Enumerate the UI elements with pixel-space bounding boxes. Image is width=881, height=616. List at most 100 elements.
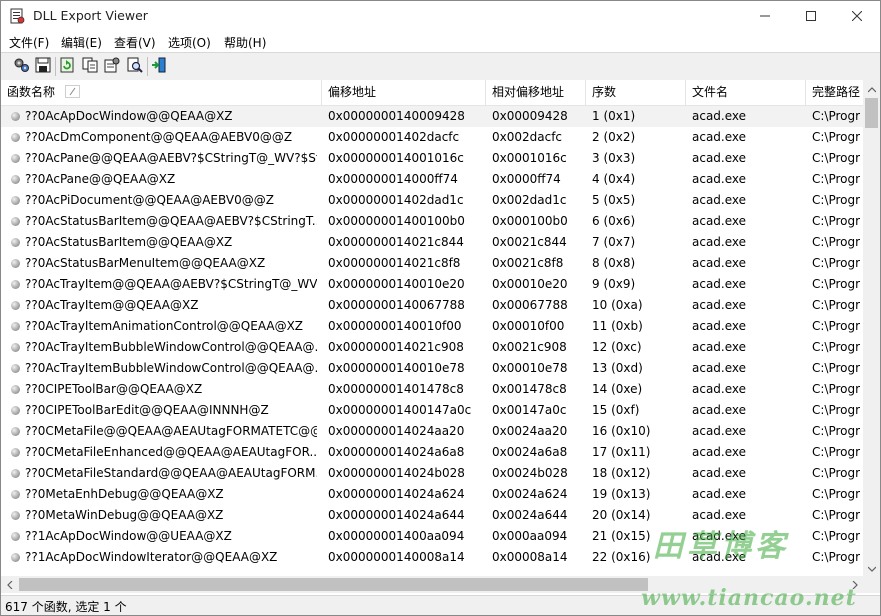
find-icon: [127, 57, 143, 76]
cell-full-path: C:\Progra: [812, 172, 860, 186]
vertical-scroll-thumb[interactable]: [865, 98, 878, 128]
scroll-left-button[interactable]: [1, 576, 18, 593]
exit-icon: [151, 57, 167, 76]
cell-function-name: ??0AcPiDocument@@QEAA@AEBV0@@Z: [25, 193, 274, 207]
table-row[interactable]: ??0AcApDocWindow@@QEAA@XZ 0x0000000140009…: [1, 106, 863, 127]
table-row[interactable]: ??0AcStatusBarItem@@QEAA@AEBV?$CStringT.…: [1, 211, 863, 232]
horizontal-scroll-thumb[interactable]: [19, 578, 648, 591]
table-row[interactable]: ??0CIPEToolBarEdit@@QEAA@INNNH@Z 0x000000…: [1, 400, 863, 421]
cell-function-name: ??1AcApDocWindowIterator@@QEAA@XZ: [25, 550, 278, 564]
find-button[interactable]: [126, 57, 144, 75]
close-button[interactable]: [834, 1, 880, 31]
cell-address: 0x0000000140010e78: [328, 361, 465, 375]
table-row[interactable]: ??0CIPEToolBar@@QEAA@XZ 0x00000001401478c…: [1, 379, 863, 400]
cell-function-name: ??0AcTrayItemAnimationControl@@QEAA@XZ: [25, 319, 304, 333]
cell-function-name: ??0CIPEToolBar@@QEAA@XZ: [25, 382, 203, 396]
cell-function-name: ??0CIPEToolBarEdit@@QEAA@INNNH@Z: [25, 403, 269, 417]
cell-full-path: C:\Progra: [812, 319, 860, 333]
table-row[interactable]: ??0AcTrayItemAnimationControl@@QEAA@XZ 0x…: [1, 316, 863, 337]
export-bullet-icon: [11, 448, 20, 457]
copy-button[interactable]: [81, 57, 99, 75]
cell-relative-address: 0x00009428: [492, 109, 568, 123]
export-bullet-icon: [11, 175, 20, 184]
table-row[interactable]: ??0AcTrayItemBubbleWindowControl@@QEAA@.…: [1, 337, 863, 358]
table-row[interactable]: ??0CMetaFileStandard@@QEAA@AEAUtagFORM..…: [1, 463, 863, 484]
table-row[interactable]: ??0AcTrayItemBubbleWindowControl@@QEAA@.…: [1, 358, 863, 379]
table-row[interactable]: ??0CMetaFileEnhanced@@QEAA@AEAUtagFOR...…: [1, 442, 863, 463]
table-row[interactable]: ??0MetaEnhDebug@@QEAA@XZ 0x000000014024a6…: [1, 484, 863, 505]
scroll-down-button[interactable]: [863, 559, 880, 576]
export-bullet-icon: [11, 154, 20, 163]
table-row[interactable]: ??1AcApDocWindow@@UEAA@XZ 0x00000001400aa…: [1, 526, 863, 547]
scroll-up-button[interactable]: [863, 80, 880, 97]
refresh-button[interactable]: [58, 57, 76, 75]
cell-relative-address: 0x000100b0: [492, 214, 568, 228]
table-row[interactable]: ??1AcApDocWindowIterator@@QEAA@XZ 0x00000…: [1, 547, 863, 568]
cell-address: 0x00000001400147a0c: [328, 403, 472, 417]
menu-help[interactable]: 帮助(H): [224, 34, 266, 51]
menu-edit[interactable]: 编辑(E): [61, 34, 102, 51]
column-header-label: 函数名称: [7, 85, 56, 99]
cell-function-name: ??0AcTrayItem@@QEAA@AEBV?$CStringT@_WV..…: [25, 277, 317, 291]
cell-function-name: ??0AcStatusBarItem@@QEAA@AEBV?$CStringT.…: [25, 214, 317, 228]
table-row[interactable]: ??0CMetaFile@@QEAA@AEAUtagFORMATETC@@...…: [1, 421, 863, 442]
cell-full-path: C:\Progra: [812, 466, 860, 480]
table-row[interactable]: ??0AcPiDocument@@QEAA@AEBV0@@Z 0x00000001…: [1, 190, 863, 211]
table-row[interactable]: ??0AcPane@@QEAA@XZ 0x000000014000ff74 0x00…: [1, 169, 863, 190]
maximize-button[interactable]: [788, 1, 834, 31]
cell-address: 0x000000014024a644: [328, 508, 465, 522]
cell-ordinal: 16 (0x10): [592, 424, 651, 438]
cell-ordinal: 12 (0xc): [592, 340, 642, 354]
toolbar: [1, 52, 880, 81]
export-list[interactable]: 函数名称 偏移地址 相对偏移地址 序数 文件名 完整路径 ??0AcApDocW…: [1, 80, 880, 595]
export-bullet-icon: [11, 427, 20, 436]
menu-bar: 文件(F) 编辑(E) 查看(V) 选项(O) 帮助(H): [1, 31, 880, 52]
column-header-label: 完整路径: [812, 85, 861, 99]
column-header-ordinal[interactable]: 序数: [586, 80, 686, 105]
cell-full-path: C:\Progra: [812, 340, 860, 354]
column-header-full-path[interactable]: 完整路径: [806, 80, 863, 105]
scroll-right-button[interactable]: [846, 576, 863, 593]
column-header-address[interactable]: 偏移地址: [322, 80, 486, 105]
cell-function-name: ??0CMetaFileEnhanced@@QEAA@AEAUtagFOR...: [25, 445, 317, 459]
copy-icon: [82, 57, 98, 76]
table-row[interactable]: ??0AcTrayItem@@QEAA@XZ 0x0000000140067788…: [1, 295, 863, 316]
cell-relative-address: 0x0024a624: [492, 487, 568, 501]
maximize-icon: [806, 11, 816, 21]
export-bullet-icon: [11, 217, 20, 226]
save-button[interactable]: [34, 57, 52, 75]
cell-relative-address: 0x00010e20: [492, 277, 568, 291]
app-icon: [9, 8, 25, 24]
minimize-button[interactable]: [742, 1, 788, 31]
cell-address: 0x00000001400100b0: [328, 214, 465, 228]
cell-ordinal: 18 (0x12): [592, 466, 651, 480]
cell-relative-address: 0x0024a6a8: [492, 445, 568, 459]
window-title: DLL Export Viewer: [33, 8, 148, 23]
properties-icon: [12, 56, 30, 77]
cell-function-name: ??0AcStatusBarItem@@QEAA@XZ: [25, 235, 233, 249]
properties-button[interactable]: [12, 57, 30, 75]
menu-file[interactable]: 文件(F): [9, 34, 49, 51]
column-header-filename[interactable]: 文件名: [686, 80, 806, 105]
cell-ordinal: 5 (0x5): [592, 193, 636, 207]
html-report-button[interactable]: [103, 57, 121, 75]
table-row[interactable]: ??0AcPane@@QEAA@AEBV?$CStringT@_WV?$St..…: [1, 148, 863, 169]
vertical-scrollbar[interactable]: [863, 80, 880, 576]
exit-button[interactable]: [150, 57, 168, 75]
menu-options[interactable]: 选项(O): [168, 34, 211, 51]
export-bullet-icon: [11, 238, 20, 247]
cell-address: 0x00000001400aa094: [328, 529, 465, 543]
column-header-relative-address[interactable]: 相对偏移地址: [486, 80, 586, 105]
table-row[interactable]: ??0AcStatusBarMenuItem@@QEAA@XZ 0x0000000…: [1, 253, 863, 274]
cell-filename: acad.exe: [692, 445, 747, 459]
column-header-function-name[interactable]: 函数名称: [1, 80, 322, 105]
menu-view[interactable]: 查看(V): [114, 34, 156, 51]
table-row[interactable]: ??0AcDmComponent@@QEAA@AEBV0@@Z 0x0000000…: [1, 127, 863, 148]
cell-ordinal: 10 (0xa): [592, 298, 643, 312]
cell-relative-address: 0x0024b028: [492, 466, 568, 480]
table-row[interactable]: ??0MetaWinDebug@@QEAA@XZ 0x000000014024a6…: [1, 505, 863, 526]
sort-indicator-icon: [65, 85, 81, 98]
horizontal-scrollbar[interactable]: [1, 576, 863, 593]
table-row[interactable]: ??0AcTrayItem@@QEAA@AEBV?$CStringT@_WV..…: [1, 274, 863, 295]
table-row[interactable]: ??0AcStatusBarItem@@QEAA@XZ 0x00000001402…: [1, 232, 863, 253]
